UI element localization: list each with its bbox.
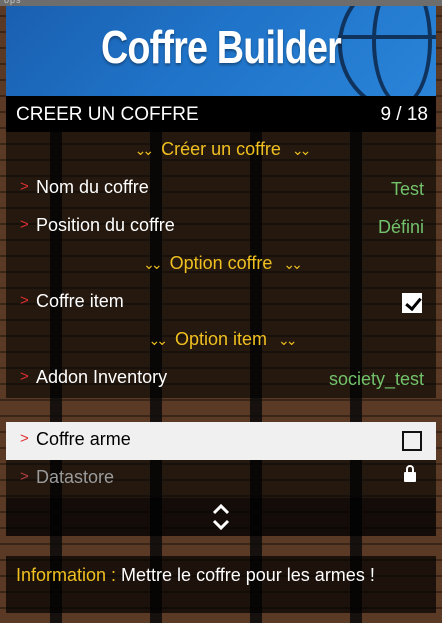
checkbox-icon[interactable] [402,431,422,451]
item-value: society_test [328,369,424,389]
item-value: Défini [377,217,424,237]
separator-option-item: ⌄⌄ Option item ⌄⌄ [6,322,436,360]
menu-item-addon-inventory[interactable]: > Addon Inventory society_test [6,360,436,398]
separator-label: Créer un coffre [161,139,281,159]
separator-option-coffre: ⌄⌄ Option coffre ⌄⌄ [6,246,436,284]
chevron-down-icon: ⌄⌄ [283,256,303,272]
faint-overlay-text: ops [4,0,22,5]
scroll-indicator[interactable] [6,498,436,536]
arrow-right-icon: > [20,430,29,447]
arrow-right-icon: > [20,178,29,195]
info-key: Information : [16,565,117,585]
menu-item-coffre-item[interactable]: > Coffre item [6,284,436,322]
chevron-down-icon: ⌄⌄ [148,332,168,348]
item-label: Addon Inventory [36,367,168,387]
arrow-right-icon: > [20,368,29,385]
separator-label: Option coffre [169,253,273,273]
lock-icon [404,465,416,482]
chevron-down-icon: ⌄⌄ [278,332,298,348]
scroll-up-down-icon [212,503,230,531]
item-label: Coffre arme [36,429,131,449]
menu-banner: Coffre Builder [6,6,436,96]
checkmark-icon[interactable] [402,293,422,313]
menu-item-position-du-coffre[interactable]: > Position du coffre Défini [6,208,436,246]
chevron-down-icon: ⌄⌄ [143,256,163,272]
item-counter: 9 / 18 [380,104,428,125]
banner-title: Coffre Builder [100,21,342,73]
arrow-right-icon: > [20,468,29,485]
item-label: Position du coffre [36,215,175,235]
menu-item-nom-du-coffre[interactable]: > Nom du coffre Test [6,170,436,208]
item-label: Nom du coffre [36,177,149,197]
menu-item-datastore: > Datastore [6,460,436,498]
menu-item-coffre-arme[interactable]: > Coffre arme [6,422,436,460]
item-value: Test [390,179,424,199]
separator-label: Option item [174,329,268,349]
menu-subheader: CREER UN COFFRE 9 / 18 [6,96,436,132]
subheader-title: CREER UN COFFRE [16,104,199,125]
item-label: Datastore [36,467,115,487]
chevron-down-icon: ⌄⌄ [134,142,155,158]
info-panel: Information : Mettre le coffre pour les … [6,556,436,613]
arrow-right-icon: > [20,216,29,233]
info-text: Mettre le coffre pour les armes ! [116,565,375,585]
separator-create: ⌄⌄ Créer un coffre ⌄⌄ [6,132,436,170]
menu-list: ⌄⌄ Créer un coffre ⌄⌄ > Nom du coffre Te… [6,132,436,536]
arrow-right-icon: > [20,292,29,309]
chevron-down-icon: ⌄⌄ [291,142,312,158]
item-label: Coffre item [36,291,124,311]
